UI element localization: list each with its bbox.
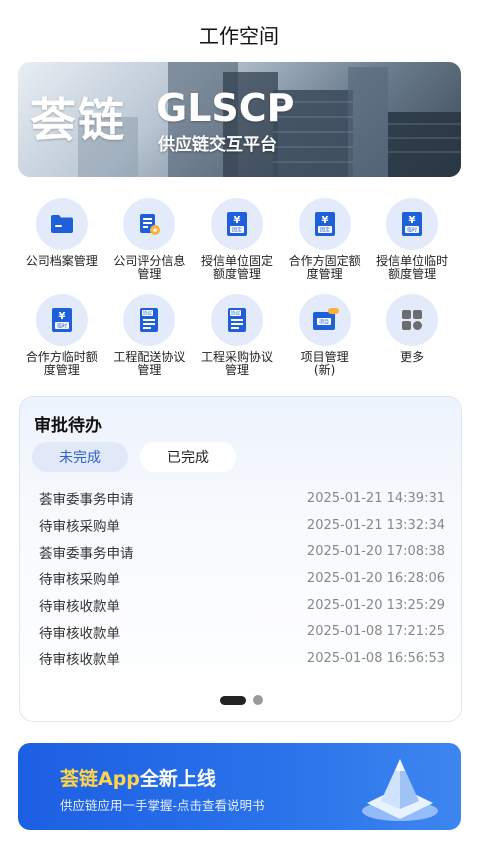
app-launch-promo-banner[interactable]: 荟链App全新上线 供应链应用一手掌握-点击查看说明书: [18, 743, 461, 830]
list-item[interactable]: 荟审委事务申请 2025-01-20 17:08:38: [39, 538, 445, 565]
list-item[interactable]: 待审核收款单 2025-01-20 13:25:29: [39, 592, 445, 619]
grid-item-label: 更多: [400, 350, 425, 364]
svg-text:¥: ¥: [321, 215, 328, 226]
list-item[interactable]: 待审核采购单 2025-01-20 16:28:06: [39, 565, 445, 592]
grid-item-label: 额度管理: [388, 267, 437, 281]
pagination-dots: [20, 695, 463, 705]
list-item-time: 2025-01-21 14:39:31: [306, 490, 445, 506]
project-icon: 项目: [298, 294, 351, 346]
grid-item-label: (新): [313, 363, 336, 377]
banner-brand-text: 荟链: [30, 93, 126, 147]
list-item-title: 待审核收款单: [39, 599, 120, 616]
grid-item-label: 度管理: [306, 267, 343, 281]
tab-completed[interactable]: 已完成: [140, 442, 236, 472]
list-item-time: 2025-01-08 17:21:25: [306, 624, 445, 640]
page-title: 工作空间: [199, 24, 279, 48]
agreement-icon: 协议: [123, 294, 176, 346]
icon-tag: 项目: [319, 320, 329, 326]
function-grid: 公司档案管理 公司评分信息 管理 ¥ 固定 授信单位固定 额度管理 ¥ 固定 合作方固定…: [18, 198, 461, 382]
list-item[interactable]: 荟审委事务申请 2025-01-21 14:39:31: [39, 485, 445, 512]
grid-item-label: 管理: [137, 363, 162, 377]
approval-card-title: 审批待办: [34, 416, 102, 436]
icon-tag: 协议: [231, 310, 240, 317]
svg-text:¥: ¥: [409, 215, 416, 226]
more-apps-icon: [386, 294, 439, 346]
grid-item-credit-temporary-quota[interactable]: ¥ 临时 授信单位临时 额度管理: [368, 198, 456, 286]
svg-text:¥: ¥: [58, 311, 65, 322]
yuan-fixed-icon: ¥ 固定: [210, 198, 263, 250]
list-item-title: 荟审委事务申请: [39, 492, 134, 509]
grid-item-partner-temporary-quota[interactable]: ¥ 临时 合作方临时额 度管理: [18, 294, 106, 382]
grid-item-partner-fixed-quota[interactable]: ¥ 固定 合作方固定额 度管理: [281, 198, 369, 286]
icon-tag: 固定: [320, 227, 330, 234]
grid-item-credit-fixed-quota[interactable]: ¥ 固定 授信单位固定 额度管理: [193, 198, 281, 286]
icon-tag: 协议: [143, 310, 152, 317]
list-item-time: 2025-01-20 16:28:06: [306, 570, 445, 586]
list-item-title: 待审核收款单: [39, 652, 120, 669]
grid-item-label: 管理: [224, 363, 249, 377]
banner-subtitle: 供应链交互平台: [158, 135, 277, 155]
icon-tag: 固定: [232, 227, 242, 234]
pyramid-illustration: [362, 759, 438, 821]
grid-item-procurement-agreement[interactable]: 协议 工程采购协议 管理: [193, 294, 281, 382]
approval-card: 审批待办 未完成 已完成 荟审委事务申请 2025-01-21 14:39:31 …: [19, 396, 462, 722]
grid-item-label: 公司档案管理: [25, 254, 98, 268]
icon-tag: 临时: [57, 323, 67, 330]
list-item[interactable]: 待审核收款单 2025-01-08 17:21:25: [39, 618, 445, 645]
grid-item-label: 管理: [137, 267, 162, 281]
grid-item-more[interactable]: 更多: [368, 294, 456, 382]
banner-english-text: GLSCP: [156, 86, 295, 130]
grid-item-company-score[interactable]: 公司评分信息 管理: [106, 198, 194, 286]
grid-item-delivery-agreement[interactable]: 协议 工程配送协议 管理: [106, 294, 194, 382]
folder-icon: [35, 198, 88, 250]
promo-title-rest: 全新上线: [139, 768, 216, 790]
grid-item-project-management[interactable]: 项目 项目管理 (新): [281, 294, 369, 382]
yuan-temporary-icon: ¥ 临时: [386, 198, 439, 250]
promo-title: 荟链App全新上线: [60, 764, 216, 791]
list-item-title: 待审核采购单: [39, 519, 120, 536]
score-document-icon: [123, 198, 176, 250]
list-item-time: 2025-01-20 13:25:29: [306, 597, 445, 613]
agreement-icon: 协议: [210, 294, 263, 346]
grid-item-label: 度管理: [43, 363, 80, 377]
list-item-title: 待审核收款单: [39, 625, 120, 642]
promo-subtitle: 供应链应用一手掌握-点击查看说明书: [60, 798, 265, 813]
grid-item-company-archive[interactable]: 公司档案管理: [18, 198, 106, 286]
grid-item-label: 额度管理: [212, 267, 261, 281]
list-item-time: 2025-01-21 13:32:34: [306, 517, 445, 533]
promo-title-highlight: 荟链App: [60, 768, 140, 790]
yuan-temporary-icon: ¥ 临时: [35, 294, 88, 346]
icon-tag: 临时: [407, 227, 417, 234]
hero-banner[interactable]: 荟链 GLSCP 供应链交互平台: [18, 62, 461, 177]
list-item-time: 2025-01-08 16:56:53: [306, 650, 445, 666]
pagination-dot-active[interactable]: [220, 695, 246, 705]
svg-text:¥: ¥: [234, 215, 241, 226]
tab-incomplete[interactable]: 未完成: [32, 442, 128, 472]
list-item[interactable]: 待审核收款单 2025-01-08 16:56:53: [39, 645, 445, 672]
list-item-title: 待审核采购单: [39, 572, 120, 589]
list-item-time: 2025-01-20 17:08:38: [306, 544, 445, 560]
approval-list: 荟审委事务申请 2025-01-21 14:39:31 待审核采购单 2025-01…: [39, 485, 445, 672]
yuan-fixed-icon: ¥ 固定: [298, 198, 351, 250]
list-item-title: 荟审委事务申请: [39, 545, 134, 562]
list-item[interactable]: 待审核采购单 2025-01-21 13:32:34: [39, 512, 445, 539]
pagination-dot[interactable]: [253, 695, 263, 705]
